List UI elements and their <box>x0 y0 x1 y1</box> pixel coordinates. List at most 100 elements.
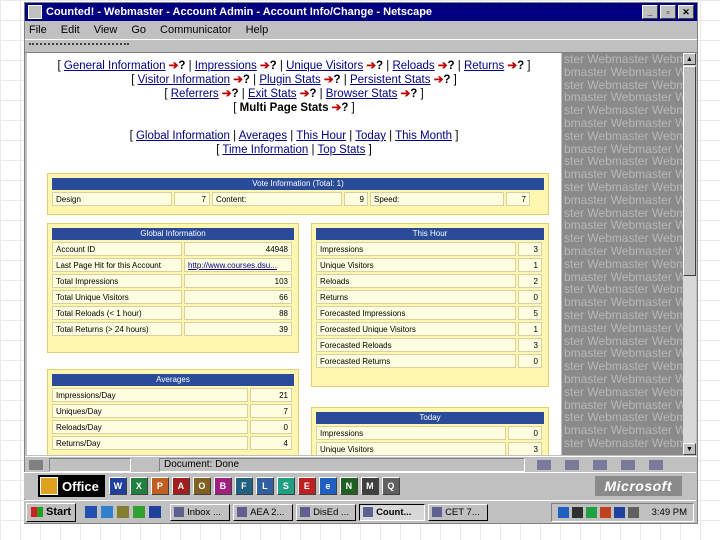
security-lock-icon[interactable] <box>29 460 43 470</box>
help-icon[interactable]: ? <box>376 60 383 72</box>
menu-go[interactable]: Go <box>131 24 146 36</box>
close-icon[interactable]: ✕ <box>678 5 694 19</box>
vote-row: Design 7 Content: 9 Speed: 7 <box>52 192 544 206</box>
scroll-up-icon[interactable]: ▲ <box>683 53 696 65</box>
link-reloads[interactable]: Reloads <box>392 60 434 72</box>
link-impressions[interactable]: Impressions <box>195 60 257 72</box>
taskbar-task-cet[interactable]: CET 7... <box>428 503 489 521</box>
link-unique-visitors[interactable]: Unique Visitors <box>286 60 363 72</box>
scroll-down-icon[interactable]: ▼ <box>683 443 696 455</box>
arrow-icon: ➔ <box>260 60 270 72</box>
help-icon[interactable]: ? <box>341 102 348 114</box>
netscape-shortcut-icon[interactable]: N <box>339 477 358 495</box>
help-icon[interactable]: ? <box>448 60 455 72</box>
office-logo[interactable]: Office <box>38 475 105 497</box>
outlook-icon[interactable]: O <box>192 477 211 495</box>
arrow-icon: ➔ <box>221 88 232 100</box>
shortcut-app-icon[interactable]: M <box>360 477 379 495</box>
tray-app-icon[interactable] <box>627 506 639 518</box>
link-global-information[interactable]: Global Information <box>136 130 230 142</box>
link-today[interactable]: Today <box>355 130 386 142</box>
excel-icon[interactable]: X <box>129 477 148 495</box>
link-averages[interactable]: Averages <box>239 130 287 142</box>
table-row: Impressions 0 <box>316 426 544 440</box>
word-icon[interactable]: W <box>108 477 127 495</box>
link-top-stats[interactable]: Top Stats <box>317 144 365 156</box>
channels-icon[interactable] <box>133 506 146 518</box>
last-page-hit-link[interactable]: http://www.courses.dsu... <box>184 258 292 272</box>
link-returns[interactable]: Returns <box>464 60 504 72</box>
arrow-icon: ➔ <box>323 74 334 86</box>
help-icon[interactable]: ? <box>410 88 417 100</box>
help-icon[interactable]: ? <box>270 60 277 72</box>
link-this-month[interactable]: This Month <box>395 130 452 142</box>
start-button[interactable]: Start <box>26 502 77 522</box>
mail-icon[interactable] <box>565 460 579 470</box>
taskbar-task-counted[interactable]: Count... <box>359 503 426 521</box>
edit-icon[interactable] <box>649 460 663 470</box>
find-icon[interactable]: Q <box>381 477 400 495</box>
minimize-icon[interactable]: _ <box>642 5 658 19</box>
link-time-information[interactable]: Time Information <box>222 144 308 156</box>
link-exit-stats[interactable]: Exit Stats <box>248 88 297 100</box>
desktop-icon[interactable] <box>85 506 98 518</box>
link-browser-stats[interactable]: Browser Stats <box>326 88 398 100</box>
help-icon[interactable]: ? <box>309 88 316 100</box>
system-tray: 3:49 PM <box>550 502 694 522</box>
discussions-icon[interactable] <box>593 460 607 470</box>
taskbar-task-inbox[interactable]: Inbox ... <box>170 503 231 521</box>
scroll-thumb[interactable] <box>683 66 696 276</box>
menu-edit[interactable]: Edit <box>61 24 80 36</box>
navigator-icon[interactable] <box>537 460 551 470</box>
tray-app-icon[interactable] <box>599 506 611 518</box>
binder-icon[interactable]: F <box>234 477 253 495</box>
table-row: Reloads 2 <box>316 274 544 288</box>
bookshelf-icon[interactable]: L <box>255 477 274 495</box>
link-plugin-stats[interactable]: Plugin Stats <box>259 74 320 86</box>
taskbar-task-disted[interactable]: DisEd ... <box>296 503 357 521</box>
toolbar-grip[interactable] <box>29 43 129 49</box>
help-icon[interactable]: ? <box>334 74 341 86</box>
clock[interactable]: 3:49 PM <box>652 507 687 518</box>
tray-network-icon[interactable] <box>557 506 569 518</box>
help-icon[interactable]: ? <box>232 88 239 100</box>
row-label: Uniques/Day <box>52 404 248 418</box>
collapsed-toolbar[interactable] <box>25 39 697 53</box>
status-text: Document: Done <box>159 458 525 472</box>
taskbar-task-aea[interactable]: AEA 2... <box>233 503 294 521</box>
outlook-express-icon[interactable] <box>117 506 130 518</box>
tray-volume-icon[interactable] <box>571 506 583 518</box>
help-icon[interactable]: ? <box>243 74 250 86</box>
link-persistent-stats[interactable]: Persistent Stats <box>350 74 431 86</box>
vertical-scrollbar[interactable]: ▲ ▼ <box>683 53 696 455</box>
link-this-hour[interactable]: This Hour <box>296 130 346 142</box>
composer-icon[interactable] <box>621 460 635 470</box>
row-label: Unique Visitors <box>316 258 516 272</box>
browser-icon[interactable] <box>101 506 114 518</box>
table-row: Account ID 44948 <box>52 242 294 256</box>
media-icon[interactable] <box>149 506 162 518</box>
publisher-icon[interactable]: B <box>213 477 232 495</box>
menu-communicator[interactable]: Communicator <box>160 24 232 36</box>
link-visitor-information[interactable]: Visitor Information <box>138 74 230 86</box>
help-icon[interactable]: ? <box>178 60 185 72</box>
tray-app-icon[interactable] <box>613 506 625 518</box>
access-icon[interactable]: A <box>171 477 190 495</box>
row-label: Returns/Day <box>52 436 248 450</box>
shortcut-app-icon[interactable]: S <box>276 477 295 495</box>
tray-app-icon[interactable] <box>585 506 597 518</box>
maximize-icon[interactable]: ▫ <box>660 5 676 19</box>
row-label: Total Returns (> 24 hours) <box>52 322 182 336</box>
powerpoint-icon[interactable]: P <box>150 477 169 495</box>
internet-explorer-icon[interactable]: e <box>318 477 337 495</box>
menu-file[interactable]: File <box>29 24 47 36</box>
help-icon[interactable]: ? <box>517 60 524 72</box>
link-referrers[interactable]: Referrers <box>171 88 219 100</box>
vote-label-speed: Speed: <box>370 192 504 206</box>
table-row: Total Impressions 103 <box>52 274 294 288</box>
menu-view[interactable]: View <box>94 24 118 36</box>
link-general-information[interactable]: General Information <box>64 60 166 72</box>
shortcut-app-icon[interactable]: E <box>297 477 316 495</box>
menu-help[interactable]: Help <box>246 24 269 36</box>
help-icon[interactable]: ? <box>443 74 450 86</box>
